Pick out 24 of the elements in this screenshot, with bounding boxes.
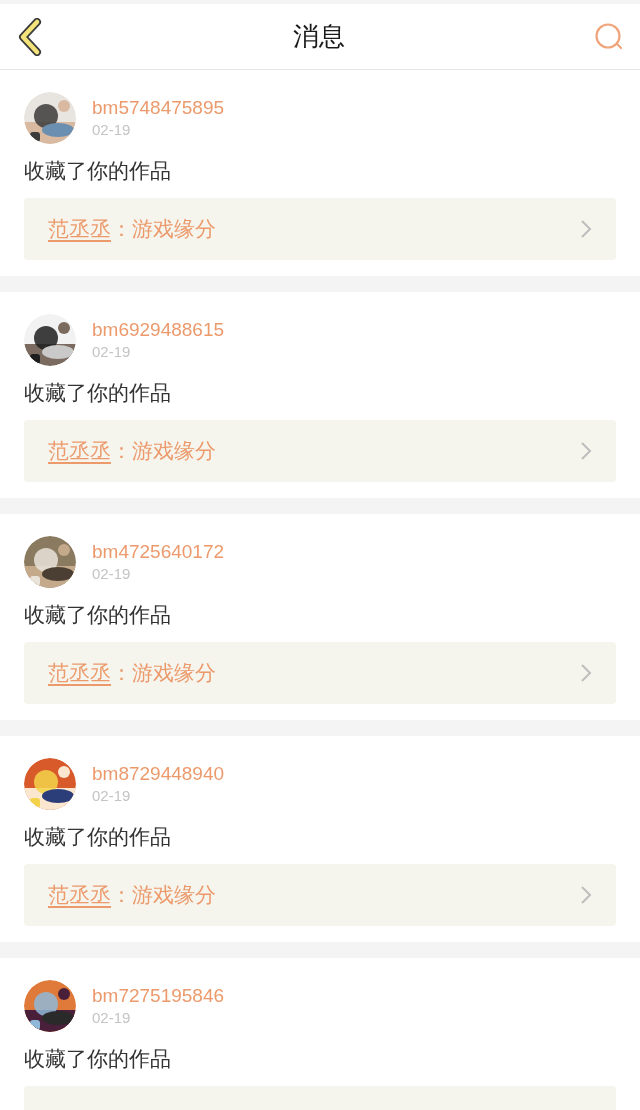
username[interactable]: bm5748475895 bbox=[92, 96, 225, 120]
action-text: 收藏了你的作品 bbox=[24, 824, 172, 850]
action-text: 收藏了你的作品 bbox=[24, 1046, 172, 1072]
action-text: 收藏了你的作品 bbox=[24, 602, 172, 628]
username[interactable]: bm7275195846 bbox=[92, 984, 225, 1008]
date: 02-19 bbox=[92, 786, 132, 806]
chevron-right-icon bbox=[580, 885, 592, 905]
work-link[interactable]: 范丞丞：游戏缘分 bbox=[24, 642, 616, 704]
chevron-right-icon bbox=[580, 441, 592, 461]
work-link[interactable]: 范丞丞：游戏缘分 bbox=[24, 864, 616, 926]
chevron-right-icon bbox=[580, 219, 592, 239]
work-link[interactable]: 范丞丞：游戏缘分 bbox=[24, 420, 616, 482]
date: 02-19 bbox=[92, 1008, 132, 1028]
date: 02-19 bbox=[92, 120, 132, 140]
username[interactable]: bm6929488615 bbox=[92, 318, 225, 342]
page-title: 消息 bbox=[293, 20, 345, 53]
username[interactable]: bm8729448940 bbox=[92, 762, 225, 786]
action-text: 收藏了你的作品 bbox=[24, 158, 172, 184]
date: 02-19 bbox=[92, 564, 132, 584]
action-text: 收藏了你的作品 bbox=[24, 380, 172, 406]
date: 02-19 bbox=[92, 342, 132, 362]
work-link[interactable]: 范丞丞：游戏缘分 bbox=[24, 198, 616, 260]
chevron-right-icon bbox=[580, 663, 592, 683]
username[interactable]: bm4725640172 bbox=[92, 540, 225, 564]
